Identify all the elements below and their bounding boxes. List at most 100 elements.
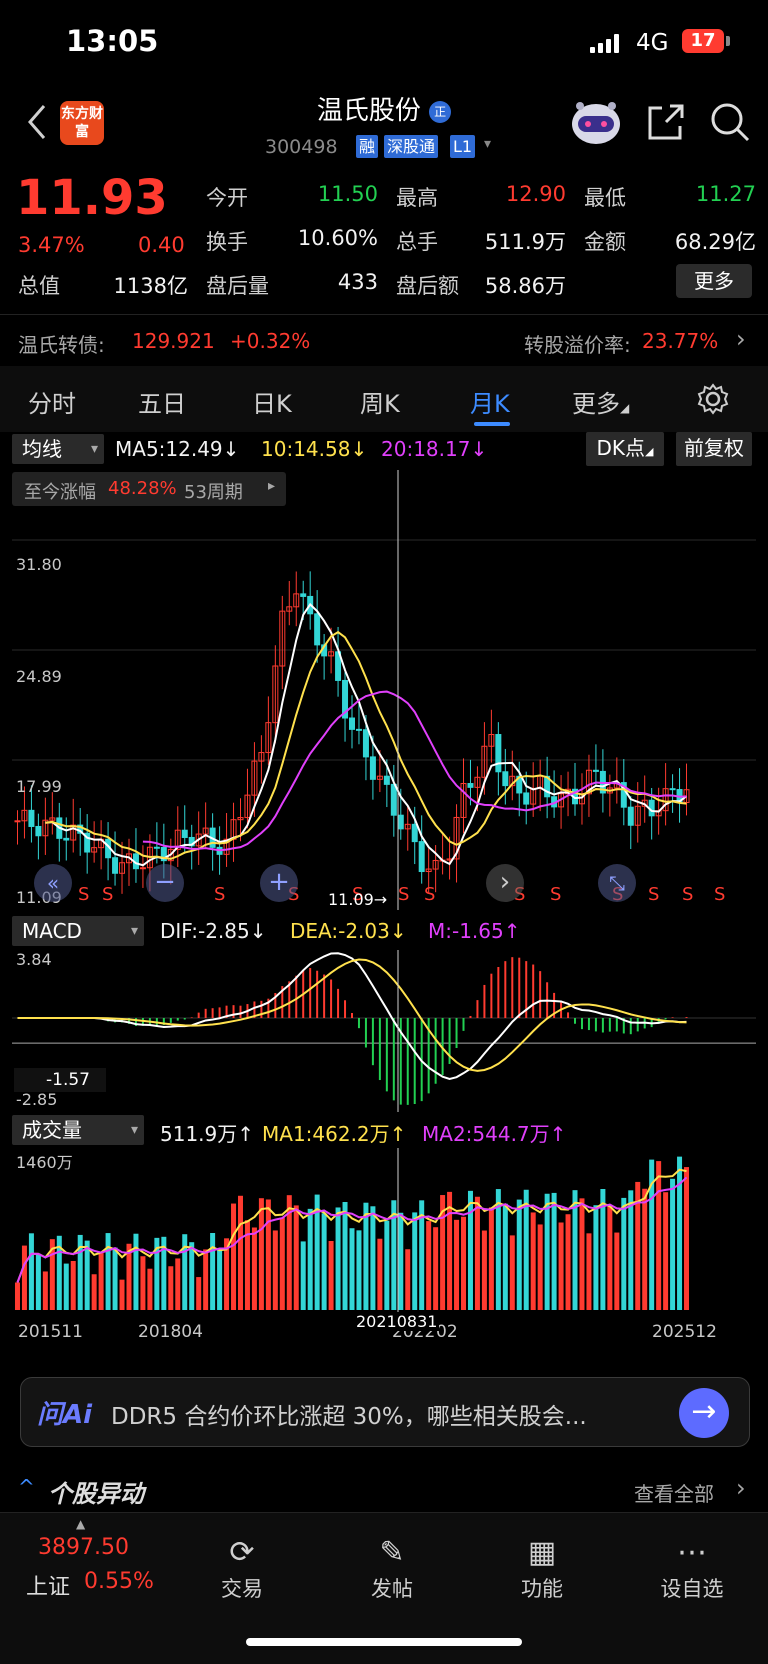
tab-daily-k[interactable]: 日K xyxy=(252,384,292,419)
tag-level1[interactable]: L1 xyxy=(450,135,476,158)
dk-point-label: DK点 xyxy=(596,436,646,460)
tab-intraday[interactable]: 分时 xyxy=(28,384,76,419)
candle-body xyxy=(355,728,362,731)
macd-cursor-value: -1.57 xyxy=(14,1068,106,1092)
candle-body xyxy=(669,788,676,791)
settings-gear-icon[interactable] xyxy=(696,382,730,416)
macd-chart[interactable] xyxy=(0,950,768,1112)
index-name[interactable]: 上证 xyxy=(26,1569,70,1601)
volume-bar xyxy=(467,1190,473,1310)
volume-bar xyxy=(426,1221,432,1310)
macd-select-dropdown[interactable]: MACD xyxy=(12,916,144,946)
macd-y-bottom: -2.85 xyxy=(16,1090,58,1109)
index-value[interactable]: 3897.50 xyxy=(38,1535,129,1560)
volume-current: 511.9万↑ xyxy=(160,1122,255,1146)
edit-icon: ✎ xyxy=(379,1535,405,1570)
candle-body xyxy=(592,769,599,772)
cb-label: 温氏转债: xyxy=(18,333,105,357)
low-point-label: 11.09→ xyxy=(328,890,388,909)
arrow-right-icon[interactable]: → xyxy=(679,1388,729,1438)
robot-assistant-icon[interactable] xyxy=(568,94,624,150)
dk-point-button[interactable]: DK点◢ xyxy=(586,432,664,466)
x-label-202512: 202512 xyxy=(652,1322,717,1342)
nav-functions[interactable]: ▦ 功能 xyxy=(482,1513,602,1603)
share-icon[interactable] xyxy=(644,100,688,144)
s-signal-marker: S xyxy=(398,884,409,905)
candle-body xyxy=(181,829,188,838)
volume-bar xyxy=(509,1235,515,1310)
zoom-in-icon[interactable]: + xyxy=(260,864,298,902)
tab-five-day[interactable]: 五日 xyxy=(138,384,186,419)
candle-body xyxy=(390,783,397,816)
after-vol-value: 433 xyxy=(337,270,378,294)
zoom-out-icon[interactable]: − xyxy=(146,864,184,902)
nav-add-watchlist[interactable]: ⋯ 设自选 xyxy=(632,1513,752,1603)
forward-adjust-button[interactable]: 前复权 xyxy=(676,432,752,466)
convertible-bond-row[interactable]: 温氏转债: 129.921 +0.32% 转股溢价率: 23.77% › xyxy=(0,314,768,368)
volume-bar xyxy=(28,1233,34,1310)
y-label-1: 31.80 xyxy=(16,555,62,574)
low-label: 最低 xyxy=(584,186,626,210)
candle-body xyxy=(14,820,21,823)
candle-body xyxy=(418,841,425,873)
volume-select-dropdown[interactable]: 成交量 xyxy=(12,1115,144,1145)
kline-chart[interactable]: SSSSSSSSSSSSS xyxy=(0,470,768,910)
volume-bar xyxy=(516,1199,522,1310)
period-tabs: 分时 五日 日K 周K 月K 更多◢ xyxy=(0,366,768,432)
tag-dropdown-icon[interactable]: ▾ xyxy=(484,136,491,152)
volume-chart[interactable] xyxy=(0,1148,768,1312)
home-indicator[interactable] xyxy=(246,1638,522,1646)
ask-ai-bar[interactable]: 问Ai DDR5 合约价环比涨超 30%，哪些相关股会... → xyxy=(20,1377,750,1447)
volume-value: 511.9万 xyxy=(484,230,566,254)
tag-shenzhen-connect[interactable]: 深股通 xyxy=(384,135,439,158)
volume-bar xyxy=(272,1230,278,1310)
volume-bar xyxy=(433,1227,439,1310)
tag-margin[interactable]: 融 xyxy=(356,135,379,158)
tab-more[interactable]: 更多◢ xyxy=(572,384,629,419)
volume-ma2: MA2:544.7万↑ xyxy=(422,1122,567,1146)
search-icon[interactable] xyxy=(708,100,752,144)
cb-price: 129.921 xyxy=(132,329,215,353)
volume-bar xyxy=(189,1242,195,1310)
volume-bar xyxy=(14,1282,20,1310)
network-type: 4G xyxy=(636,30,669,56)
chevron-up-icon[interactable]: ^ xyxy=(18,1475,35,1499)
volume-bar xyxy=(133,1233,139,1310)
candle-body xyxy=(467,783,474,788)
ai-logo: 问Ai xyxy=(37,1400,93,1430)
index-change[interactable]: 0.55% xyxy=(84,1569,154,1594)
volume-bar xyxy=(593,1205,599,1310)
volume-bar xyxy=(63,1263,69,1310)
change-pct: 3.47% xyxy=(18,233,85,257)
scroll-left-icon[interactable]: « xyxy=(34,864,72,902)
volume-bar xyxy=(258,1198,264,1310)
mktcap-label: 总值 xyxy=(18,274,60,298)
volume-bar xyxy=(300,1241,306,1310)
amount-label: 金额 xyxy=(584,230,626,254)
volume-bar xyxy=(84,1240,90,1310)
s-signal-marker: S xyxy=(714,884,725,905)
volume-bar xyxy=(405,1249,411,1310)
candle-body xyxy=(397,814,404,830)
change-value: 0.40 xyxy=(138,233,185,257)
volume-bar xyxy=(461,1216,467,1310)
tab-monthly-k[interactable]: 月K xyxy=(470,384,510,419)
tab-weekly-k[interactable]: 周K xyxy=(360,384,400,419)
candle-body xyxy=(153,846,160,849)
nav-trade[interactable]: ⟳ 交易 xyxy=(182,1513,302,1603)
candle-body xyxy=(139,867,146,870)
volume-bar xyxy=(251,1227,257,1310)
amount-value: 68.29亿 xyxy=(674,230,756,254)
nav-post[interactable]: ✎ 发帖 xyxy=(332,1513,452,1603)
fullscreen-icon[interactable]: ⤡ xyxy=(598,864,636,902)
volume-bar xyxy=(147,1268,153,1310)
ai-prompt-text: DDR5 合约价环比涨超 30%，哪些相关股会... xyxy=(111,1404,587,1430)
volume-bar xyxy=(670,1178,676,1310)
volume-bar xyxy=(112,1247,118,1310)
after-amt-value: 58.86万 xyxy=(484,274,566,298)
more-quote-button[interactable]: 更多 xyxy=(676,264,752,298)
volume-bar xyxy=(684,1167,690,1310)
ma-select-dropdown[interactable]: 均线 xyxy=(12,434,104,464)
view-all-link[interactable]: 查看全部 xyxy=(634,1478,714,1507)
scroll-right-icon[interactable]: › xyxy=(486,864,524,902)
